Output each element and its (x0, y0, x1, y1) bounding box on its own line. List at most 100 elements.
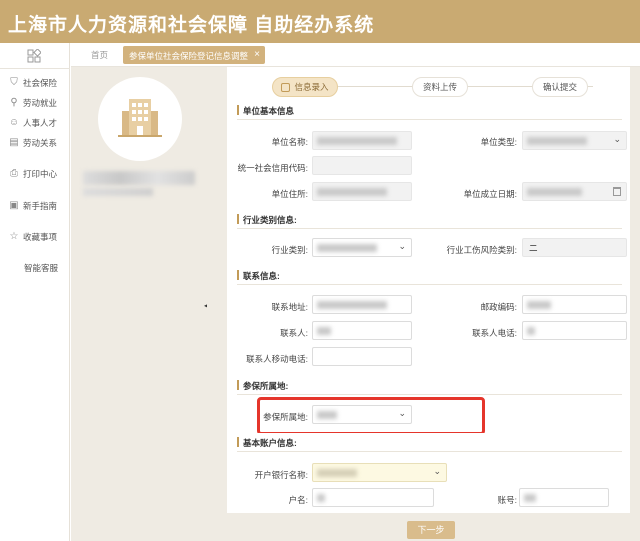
mobile-input[interactable] (312, 347, 412, 366)
menu-grid-icon[interactable] (27, 49, 41, 63)
redacted-value (527, 137, 587, 145)
contact-phone-label: 联系人电话: (472, 328, 517, 338)
tab-bar: 首页 参保单位社会保险登记信息调整 × (71, 43, 640, 67)
sidebar-item-label: 收藏事项 (23, 232, 58, 242)
main-content: 信息录入 资料上传 确认提交 单位基本信息 单位名称: 单位类型: ⌄ 统一社会… (207, 67, 640, 541)
redacted-value (317, 494, 325, 502)
profile-panel: ◂ (71, 67, 208, 541)
contact-phone-input[interactable] (522, 321, 627, 340)
account-name-label: 户名: (288, 495, 308, 505)
unit-type-select[interactable]: ⌄ (522, 131, 627, 150)
step-info-entry[interactable]: 信息录入 (272, 77, 338, 97)
sidebar-item-print-center[interactable]: ⎙ 打印中心 (8, 167, 57, 181)
calendar-icon[interactable] (613, 187, 621, 196)
unit-name-label: 单位名称: (271, 137, 308, 147)
mobile-label: 联系人移动电话: (246, 354, 308, 364)
sidebar-item-employment[interactable]: ⚲ 劳动就业 (8, 96, 57, 110)
form-card: 信息录入 资料上传 确认提交 单位基本信息 单位名称: 单位类型: ⌄ 统一社会… (227, 67, 630, 513)
unit-info-redacted (83, 188, 153, 196)
sidebar-item-labor-relations[interactable]: ▤ 劳动关系 (8, 136, 57, 150)
injury-risk-input[interactable]: 二 (522, 238, 627, 257)
bank-name-select[interactable]: ⌄ (312, 463, 447, 482)
step-confirm[interactable]: 确认提交 (532, 77, 588, 97)
account-no-label: 账号: (497, 495, 517, 505)
industry-type-label: 行业类别: (271, 245, 308, 255)
tab-home[interactable]: 首页 (91, 49, 108, 61)
building-icon (118, 99, 162, 137)
section-insured-location: 参保所属地: (237, 376, 622, 395)
injury-risk-label: 行业工伤风险类别: (446, 245, 517, 255)
app-title: 上海市人力资源和社会保障 自助经办系统 (8, 15, 375, 36)
unit-date-label: 单位成立日期: (463, 189, 517, 199)
contact-address-label: 联系地址: (271, 302, 308, 312)
sidebar-item-label: 新手指南 (23, 201, 58, 211)
edit-icon (281, 82, 291, 92)
sidebar-item-label: 劳动关系 (23, 138, 58, 148)
redacted-value (317, 327, 331, 335)
redacted-value (527, 301, 551, 309)
section-basic-info: 单位基本信息 (237, 101, 622, 120)
account-name-input[interactable] (312, 488, 434, 507)
sidebar-item-label: 社会保险 (23, 78, 58, 88)
chevron-down-icon: ⌄ (433, 466, 441, 476)
section-bank-account: 基本账户信息: (237, 433, 622, 452)
next-button[interactable]: 下一步 (407, 521, 455, 539)
avatar (98, 77, 182, 161)
postal-code-label: 邮政编码: (480, 302, 517, 312)
contact-address-input[interactable] (312, 295, 412, 314)
sidebar-item-label: 人事人才 (23, 118, 58, 128)
tab-active[interactable]: 参保单位社会保险登记信息调整 × (123, 46, 265, 64)
unit-type-label: 单位类型: (480, 137, 517, 147)
printer-icon: ⎙ (10, 168, 18, 179)
unit-date-input[interactable] (522, 182, 627, 201)
redacted-value (317, 137, 397, 145)
industry-type-select[interactable]: ⌄ (312, 238, 412, 257)
section-industry: 行业类别信息: (237, 210, 622, 229)
star-icon: ☆ (9, 231, 19, 242)
unit-address-label: 单位住所: (271, 189, 308, 199)
sidebar-item-social-insurance[interactable]: ⛉ 社会保险 (8, 76, 57, 90)
credit-code-input[interactable] (312, 156, 412, 175)
sidebar-item-label: 打印中心 (23, 169, 58, 179)
contact-person-label: 联系人: (280, 328, 308, 338)
account-no-input[interactable] (519, 488, 609, 507)
step-label: 信息录入 (294, 82, 329, 92)
close-icon[interactable]: × (254, 49, 260, 60)
people-icon: ☺ (8, 117, 20, 128)
redacted-value (317, 188, 387, 196)
step-label: 资料上传 (422, 82, 457, 92)
redacted-value (317, 244, 377, 252)
injury-risk-value: 二 (529, 243, 538, 253)
person-icon: ⚲ (10, 97, 18, 108)
tab-active-label: 参保单位社会保险登记信息调整 (129, 51, 249, 61)
credit-code-label: 统一社会信用代码: (237, 163, 308, 173)
redacted-value (317, 469, 357, 477)
header-bar: 上海市人力资源和社会保障 自助经办系统 (0, 0, 640, 43)
sidebar: ⛉ 社会保险 ⚲ 劳动就业 ☺ 人事人才 ▤ 劳动关系 ⎙ 打印中心 ▣ 新手指… (0, 43, 70, 541)
postal-code-input[interactable] (522, 295, 627, 314)
step-indicator: 信息录入 资料上传 确认提交 (227, 72, 630, 98)
redacted-value (317, 301, 387, 309)
sidebar-item-smart-service[interactable]: 智能客服 (24, 261, 58, 275)
contact-person-input[interactable] (312, 321, 412, 340)
sidebar-item-personnel[interactable]: ☺ 人事人才 (8, 116, 57, 130)
step-upload[interactable]: 资料上传 (412, 77, 468, 97)
chevron-down-icon: ⌄ (398, 241, 406, 251)
redacted-value (524, 494, 536, 502)
bank-name-label: 开户银行名称: (254, 470, 308, 480)
highlight-box (257, 397, 485, 435)
unit-name-input[interactable] (312, 131, 412, 150)
redacted-value (527, 188, 582, 196)
sidebar-item-favorites[interactable]: ☆ 收藏事项 (8, 230, 58, 244)
shield-icon: ⛉ (10, 77, 18, 88)
sidebar-item-label: 智能客服 (24, 263, 59, 273)
chevron-down-icon: ⌄ (613, 134, 621, 144)
sidebar-item-label: 劳动就业 (23, 98, 58, 108)
book-icon: ▣ (9, 200, 19, 211)
unit-name-redacted (83, 171, 195, 185)
sidebar-item-guide[interactable]: ▣ 新手指南 (8, 199, 57, 213)
redacted-value (527, 327, 535, 335)
unit-address-input[interactable] (312, 182, 412, 201)
sidebar-divider (0, 68, 70, 69)
section-contact: 联系信息: (237, 266, 622, 285)
